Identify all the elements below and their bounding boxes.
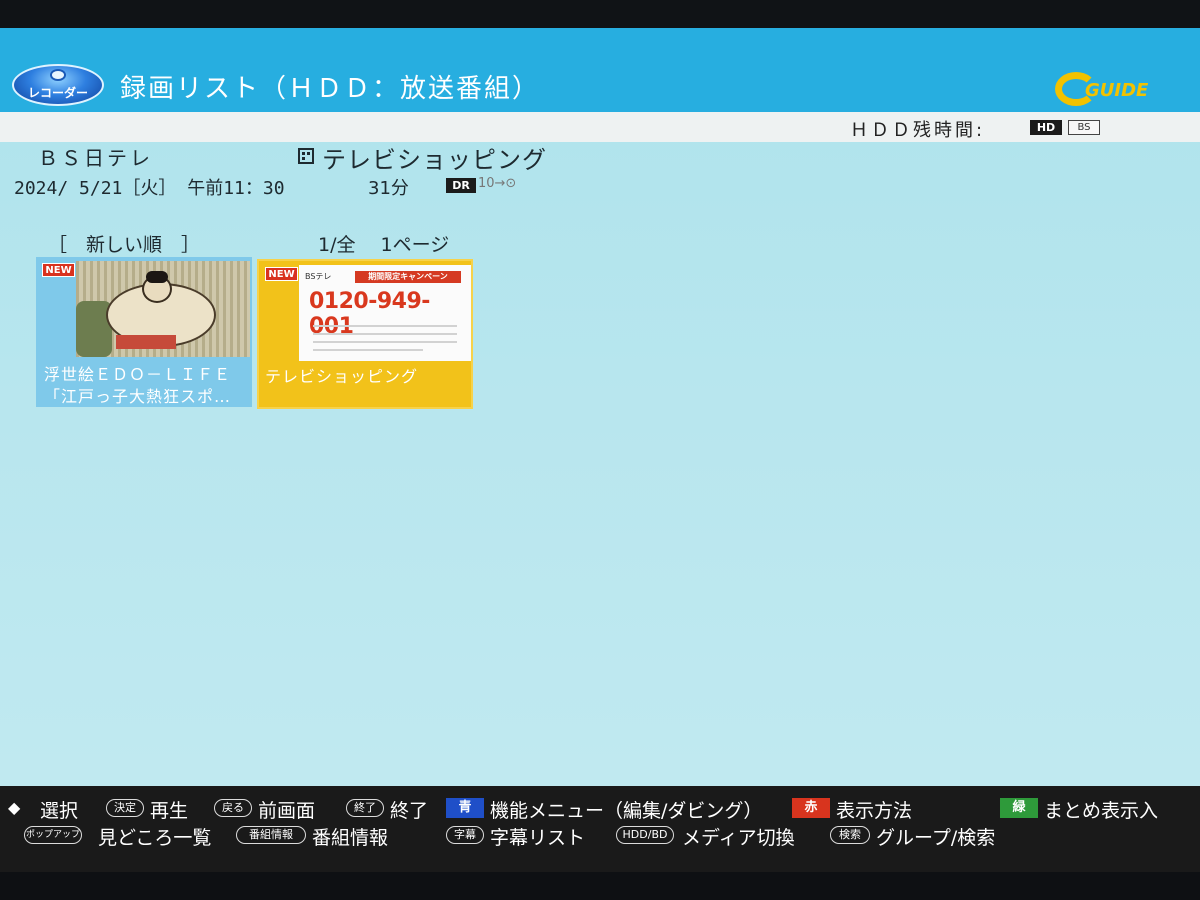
bs-badge: BS (1068, 120, 1100, 135)
help-play: 再生 (150, 800, 189, 822)
disc-hole (50, 69, 66, 81)
remote-help-bar: ◆ 選択 決定 再生 戻る 前画面 終了 終了 青 機能メニュー（編集/ダビング… (0, 786, 1200, 872)
tile-subtitle: 「江戸っ子大熱狂スポ… (44, 387, 232, 406)
recorder-logo: レコーダー (12, 64, 104, 106)
thumbnail-figure (116, 335, 176, 349)
green-key-icon: 緑 (1000, 798, 1038, 818)
dubbing-count: 10→⊙ (478, 176, 517, 191)
thumb-campaign-banner: 期間限定キャンペーン (355, 271, 461, 283)
help-display-method: 表示方法 (836, 800, 913, 822)
sort-order[interactable]: ［ 新しい順 ］ (48, 230, 200, 257)
thumbnail-figure (146, 271, 168, 283)
thumb-phone-number: 0120-949-001 (309, 289, 430, 339)
help-subtitle-list: 字幕リスト (490, 827, 586, 849)
help-function-menu: 機能メニュー（編集/ダビング） (490, 800, 763, 822)
thumb-text-line (313, 333, 457, 335)
help-highlights: 見どころ一覧 (98, 827, 212, 849)
popup-key-icon: ポップアップ (24, 826, 82, 844)
dr-mode-badge: DR (446, 178, 476, 193)
thumbnail-shopping: BSテレ 期間限定キャンペーン 0120-949-001 (299, 265, 471, 361)
hd-badge: HD (1030, 120, 1062, 135)
kettei-key-icon: 決定 (106, 799, 144, 817)
tv-bezel-top (0, 0, 1200, 28)
modoru-key-icon: 戻る (214, 799, 252, 817)
g-guide-logo: GUIDE (1055, 72, 1149, 106)
help-group-search: グループ/検索 (876, 827, 996, 849)
logo-text: レコーダー (27, 86, 88, 100)
help-exit: 終了 (390, 800, 429, 822)
page-indicator: 1/全 1ページ (318, 234, 450, 256)
help-prev-screen: 前画面 (258, 800, 316, 822)
thumb-channel-logo: BSテレ (305, 272, 332, 281)
thumb-text-line (313, 325, 457, 327)
thumb-text-line (313, 349, 423, 351)
tile-title: テレビショッピング (265, 367, 419, 386)
search-key-icon: 検索 (830, 826, 870, 844)
proginfo-key-icon: 番組情報 (236, 826, 306, 844)
g-guide-text: GUIDE (1085, 80, 1149, 101)
hdd-remaining-label: ＨＤＤ残時間: (850, 120, 986, 141)
recording-tile-selected[interactable]: BSテレ 期間限定キャンペーン 0120-949-001 NEW テレビショッピ… (257, 259, 473, 409)
header-bar: レコーダー 録画リスト（ＨＤＤ：放送番組） GUIDE (0, 28, 1200, 112)
record-duration: 31分 (368, 178, 409, 199)
recording-tile[interactable]: NEW 浮世絵ＥＤＯ－ＬＩＦＥ 「江戸っ子大熱狂スポ… (36, 257, 252, 407)
hdd-remaining-bar: ＨＤＤ残時間: HD BS (0, 112, 1200, 142)
channel-name: ＢＳ日テレ (38, 146, 153, 170)
thumb-text-line (313, 341, 457, 343)
help-program-info: 番組情報 (312, 827, 389, 849)
new-badge: NEW (42, 263, 75, 277)
recording-list-screen: レコーダー 録画リスト（ＨＤＤ：放送番組） GUIDE ＨＤＤ残時間: HD B… (0, 28, 1200, 872)
page-title: 録画リスト（ＨＤＤ：放送番組） (120, 74, 541, 104)
jimaku-key-icon: 字幕 (446, 826, 484, 844)
shuryo-key-icon: 終了 (346, 799, 384, 817)
red-key-icon: 赤 (792, 798, 830, 818)
program-icon (298, 148, 314, 164)
program-title: テレビショッピング (322, 146, 547, 174)
help-media-switch: メディア切換 (682, 827, 795, 849)
dpad-icon: ◆ (8, 798, 21, 817)
blue-key-icon: 青 (446, 798, 484, 818)
tv-bezel-bottom (0, 872, 1200, 900)
record-datetime: 2024/ 5/21［火］ 午前11：30 (14, 178, 285, 199)
hdd-bd-key-icon: HDD/BD (616, 826, 674, 844)
help-group-display: まとめ表示入 (1044, 800, 1159, 822)
thumbnail-ukiyoe (76, 261, 250, 357)
new-badge: NEW (265, 267, 298, 281)
help-select: 選択 (40, 800, 79, 822)
tile-title: 浮世絵ＥＤＯ－ＬＩＦＥ (44, 365, 232, 384)
